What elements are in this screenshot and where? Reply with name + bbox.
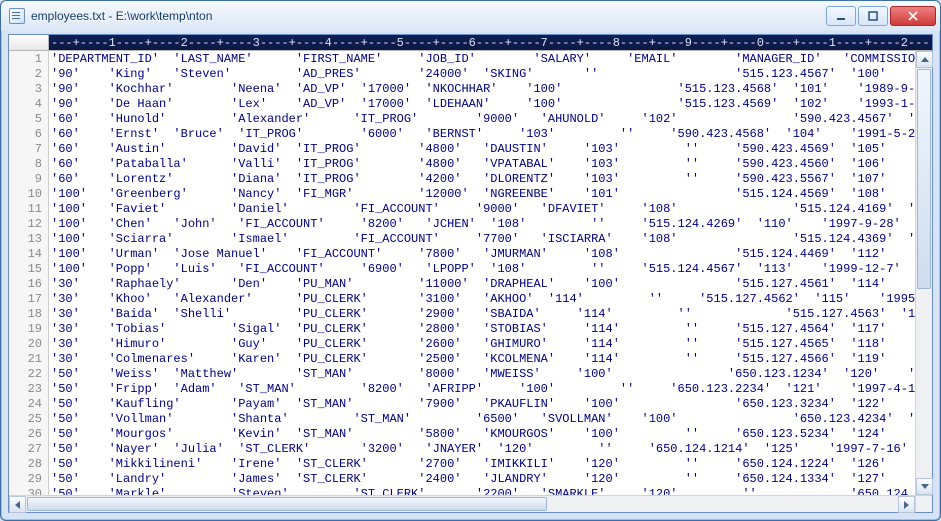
ruler-corner [9, 35, 49, 51]
close-icon [908, 11, 918, 21]
line-number: 21 [9, 352, 48, 367]
window-controls [826, 6, 936, 26]
minimize-icon [836, 11, 846, 21]
maximize-button[interactable] [858, 6, 888, 26]
line-number: 23 [9, 382, 48, 397]
line-number: 4 [9, 97, 48, 112]
column-ruler: ---+----1----+----2----+----3----+----4-… [49, 35, 932, 51]
line-number: 8 [9, 157, 48, 172]
line-number: 16 [9, 277, 48, 292]
line-number: 25 [9, 412, 48, 427]
line-number: 29 [9, 472, 48, 487]
vertical-scrollbar[interactable] [915, 51, 932, 495]
line-number: 12 [9, 217, 48, 232]
chevron-left-icon [15, 501, 20, 509]
line-number: 7 [9, 142, 48, 157]
line-number: 2 [9, 67, 48, 82]
line-number: 6 [9, 127, 48, 142]
line-number: 9 [9, 172, 48, 187]
app-window: employees.txt - E:\work\temp\nton ---+--… [0, 0, 941, 521]
titlebar[interactable]: employees.txt - E:\work\temp\nton [1, 1, 940, 31]
editor-client: ---+----1----+----2----+----3----+----4-… [8, 34, 933, 513]
line-number: 26 [9, 427, 48, 442]
horizontal-scroll-thumb[interactable] [27, 497, 547, 511]
line-number: 30 [9, 487, 48, 495]
line-number-gutter: 1234567891011121314151617181920212223242… [9, 51, 49, 495]
line-number: 15 [9, 262, 48, 277]
line-number: 14 [9, 247, 48, 262]
line-number: 18 [9, 307, 48, 322]
scroll-left-button[interactable] [9, 496, 26, 513]
close-button[interactable] [890, 6, 936, 26]
line-number: 27 [9, 442, 48, 457]
line-number: 11 [9, 202, 48, 217]
chevron-down-icon [921, 484, 929, 489]
line-number: 19 [9, 322, 48, 337]
line-number: 3 [9, 82, 48, 97]
window-title: employees.txt - E:\work\temp\nton [31, 9, 212, 23]
line-number: 1 [9, 52, 48, 67]
vertical-scroll-thumb[interactable] [917, 69, 931, 289]
line-number: 10 [9, 187, 48, 202]
line-number: 13 [9, 232, 48, 247]
line-number: 5 [9, 112, 48, 127]
horizontal-scrollbar[interactable] [9, 495, 915, 512]
line-number: 24 [9, 397, 48, 412]
scroll-down-button[interactable] [916, 478, 933, 495]
chevron-right-icon [904, 501, 909, 509]
text-editor[interactable]: 'DEPARTMENT_ID' 'LAST_NAME' 'FIRST_NAME'… [49, 51, 915, 495]
chevron-up-icon [921, 57, 929, 62]
app-icon [9, 8, 25, 24]
minimize-button[interactable] [826, 6, 856, 26]
maximize-icon [868, 11, 878, 21]
line-number: 22 [9, 367, 48, 382]
line-number: 17 [9, 292, 48, 307]
scroll-right-button[interactable] [898, 496, 915, 513]
scrollbar-corner [915, 495, 932, 512]
scroll-up-button[interactable] [916, 51, 933, 68]
line-number: 20 [9, 337, 48, 352]
line-number: 28 [9, 457, 48, 472]
